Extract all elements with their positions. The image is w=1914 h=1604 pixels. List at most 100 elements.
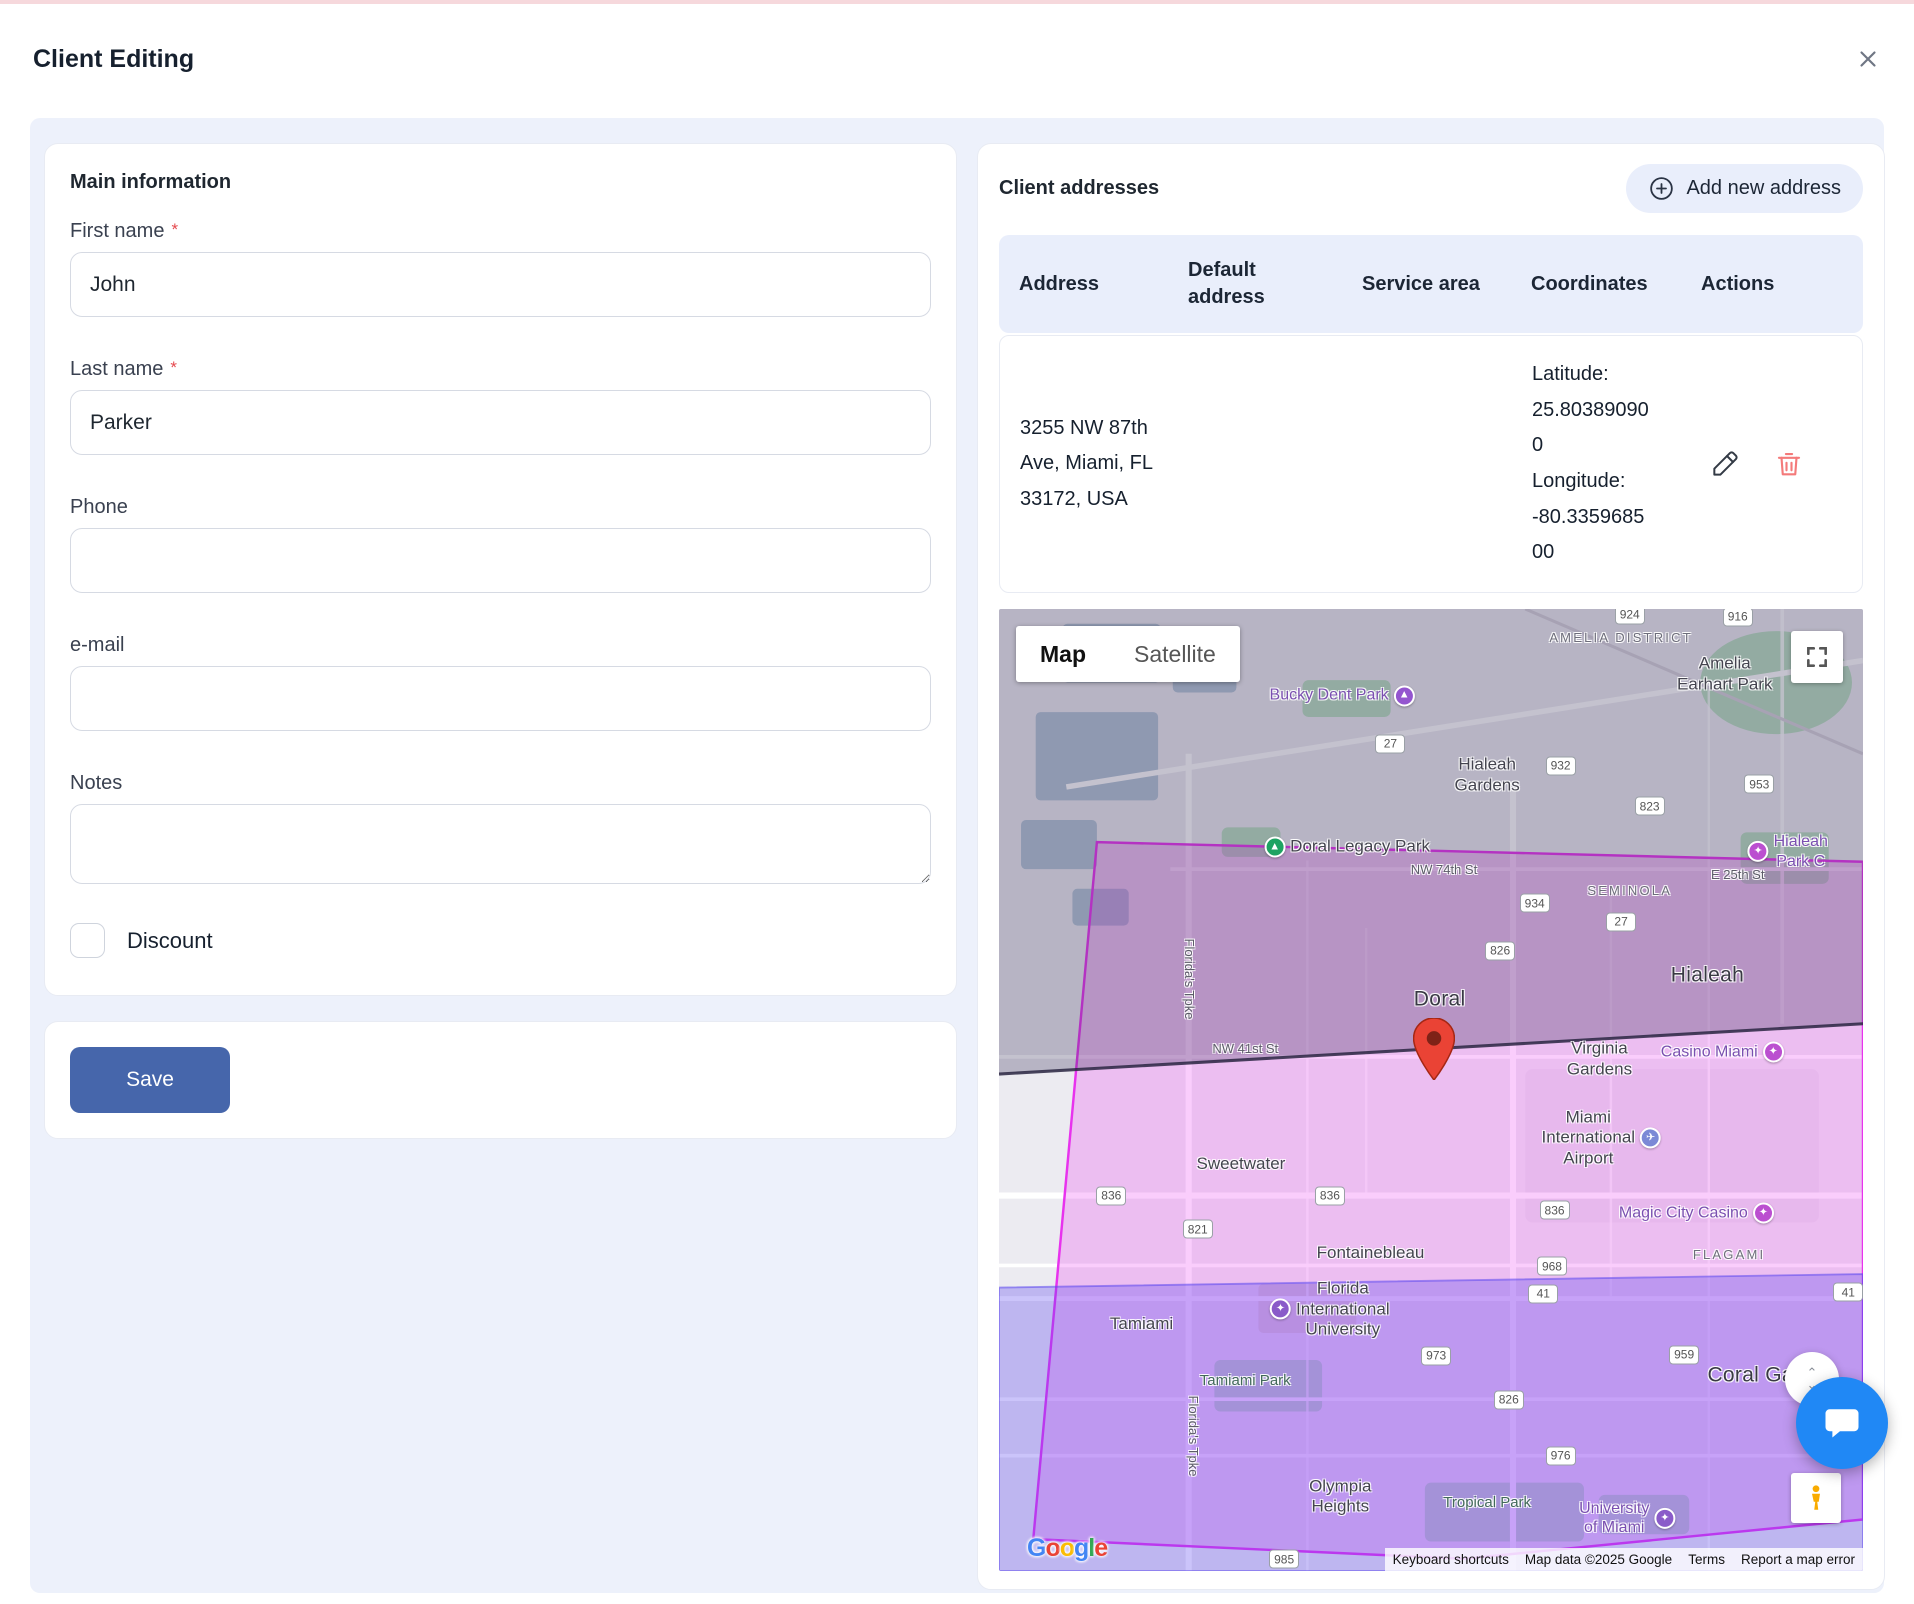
route-shield: 973 (1421, 1346, 1451, 1365)
route-shield: 27 (1606, 912, 1636, 931)
column-header-service-area: Service area (1342, 261, 1511, 308)
map-label: Florida's Tpke (1181, 939, 1197, 1020)
save-card: Save (44, 1021, 957, 1139)
first-name-label: First name* (70, 220, 931, 243)
save-button[interactable]: Save (70, 1047, 230, 1113)
map-type-map-button[interactable]: Map (1016, 626, 1110, 682)
default-address-cell (1169, 444, 1343, 484)
route-shield: 821 (1183, 1220, 1213, 1239)
client-addresses-card: Client addresses Add new address Address… (977, 143, 1885, 1590)
keyboard-shortcuts-button[interactable]: Keyboard shortcuts (1385, 1548, 1517, 1571)
route-shield: 826 (1485, 941, 1515, 960)
pegman-button[interactable] (1791, 1473, 1841, 1523)
route-shield: 932 (1546, 756, 1576, 775)
map-label: Miami International Airport✈ (1542, 1108, 1667, 1169)
close-button[interactable] (1848, 39, 1888, 79)
required-asterisk: * (170, 358, 177, 377)
notes-field-group: Notes (70, 772, 931, 889)
route-shield: 836 (1096, 1186, 1126, 1205)
map-label: Casino Miami✦ (1661, 1042, 1789, 1063)
route-shield: 985 (1269, 1550, 1299, 1569)
address-cell: 3255 NW 87th Ave, Miami, FL 33172, USA (1000, 391, 1169, 538)
map-attribution: Keyboard shortcuts Map data ©2025 Google… (1385, 1548, 1863, 1571)
latitude-value: 25.803890900 (1532, 399, 1649, 457)
discount-row: Discount (70, 923, 931, 958)
close-icon (1855, 46, 1881, 72)
route-shield: 836 (1315, 1186, 1345, 1205)
map-type-control: Map Satellite (1016, 626, 1240, 682)
map-label: ▲Doral Legacy Park (1259, 836, 1430, 857)
required-asterisk: * (171, 220, 178, 239)
actions-cell (1682, 427, 1862, 501)
map-label: ✦Hialeah Park C (1743, 832, 1828, 870)
route-shield: 823 (1635, 797, 1665, 816)
main-information-card: Main information First name* Last name* … (44, 143, 957, 996)
map-canvas[interactable]: AMELIA DISTRICTAmelia Earhart ParkBucky … (999, 609, 1863, 1571)
route-shield: 953 (1744, 775, 1774, 794)
route-shield: 27 (1375, 734, 1405, 753)
add-new-address-button[interactable]: Add new address (1626, 164, 1863, 213)
modal-header: Client Editing (0, 4, 1914, 114)
casino-poi-icon: ✦ (1753, 1203, 1774, 1224)
route-shield: 968 (1537, 1257, 1567, 1276)
client-addresses-title: Client addresses (999, 177, 1159, 200)
map-label: Tamiami Park (1200, 1372, 1291, 1390)
column-header-default-address: Default address (1168, 247, 1342, 321)
casino-poi-icon: ✦ (1763, 1042, 1784, 1063)
longitude-label: Longitude: (1532, 470, 1625, 492)
fullscreen-button[interactable] (1791, 631, 1843, 683)
route-shield: 959 (1669, 1345, 1699, 1364)
column-header-address: Address (999, 261, 1168, 308)
plus-circle-icon (1648, 175, 1675, 202)
email-field-group: e-mail (70, 634, 931, 731)
client-editing-page: Client Editing Main information First na… (0, 0, 1914, 1604)
map-label: NW 41st St (1212, 1041, 1278, 1057)
map-label: Virginia Gardens (1567, 1039, 1632, 1080)
chat-launcher-button[interactable] (1796, 1377, 1888, 1469)
map-label: Olympia Heights (1309, 1477, 1371, 1518)
delete-address-button[interactable] (1772, 447, 1806, 481)
last-name-field-group: Last name* (70, 358, 931, 455)
first-name-input[interactable] (70, 252, 931, 317)
email-label: e-mail (70, 634, 931, 657)
longitude-value: -80.335968500 (1532, 506, 1644, 564)
addresses-header: Client addresses Add new address (999, 164, 1863, 213)
notes-textarea[interactable] (70, 804, 931, 884)
map-label: AMELIA DISTRICT (1549, 630, 1693, 646)
map-label: Doral (1414, 986, 1466, 1011)
map-label: Magic City Casino✦ (1619, 1203, 1779, 1224)
map-label: Tamiami (1110, 1314, 1173, 1334)
map-type-satellite-button[interactable]: Satellite (1110, 626, 1240, 682)
airport-poi-icon: ✈ (1640, 1128, 1661, 1149)
last-name-input[interactable] (70, 390, 931, 455)
pegman-icon (1801, 1483, 1831, 1513)
coordinates-cell: Latitude: 25.803890900 Longitude: -80.33… (1512, 337, 1682, 591)
route-shield: 826 (1494, 1390, 1524, 1409)
addresses-table: Address Default address Service area Coo… (999, 235, 1863, 593)
edit-address-button[interactable] (1708, 447, 1742, 481)
route-shield: 41 (1833, 1283, 1863, 1302)
page-title: Client Editing (33, 45, 194, 74)
fullscreen-icon (1804, 644, 1830, 670)
phone-field-group: Phone (70, 496, 931, 593)
map-label: Amelia Earhart Park (1677, 654, 1772, 695)
email-input[interactable] (70, 666, 931, 731)
column-header-coordinates: Coordinates (1511, 261, 1681, 308)
map-label: Fontainebleau (1317, 1242, 1425, 1262)
column-header-actions: Actions (1681, 261, 1863, 308)
latitude-label: Latitude: (1532, 363, 1609, 385)
phone-input[interactable] (70, 528, 931, 593)
route-shield: 934 (1520, 894, 1550, 913)
phone-label: Phone (70, 496, 931, 519)
park-poi-icon: ▲ (1394, 685, 1415, 706)
report-map-error-link[interactable]: Report a map error (1733, 1548, 1863, 1571)
university-poi-icon: ✦ (1270, 1299, 1291, 1320)
route-shield: 41 (1528, 1284, 1558, 1303)
route-shield: 836 (1540, 1201, 1570, 1220)
discount-checkbox[interactable] (70, 923, 105, 958)
map-label: NW 74th St (1411, 862, 1477, 878)
terms-link[interactable]: Terms (1680, 1548, 1733, 1571)
chat-bubble-icon (1820, 1401, 1864, 1445)
map-label: Florida's Tpke (1186, 1396, 1202, 1477)
map-label: ✦Florida International University (1265, 1279, 1390, 1340)
